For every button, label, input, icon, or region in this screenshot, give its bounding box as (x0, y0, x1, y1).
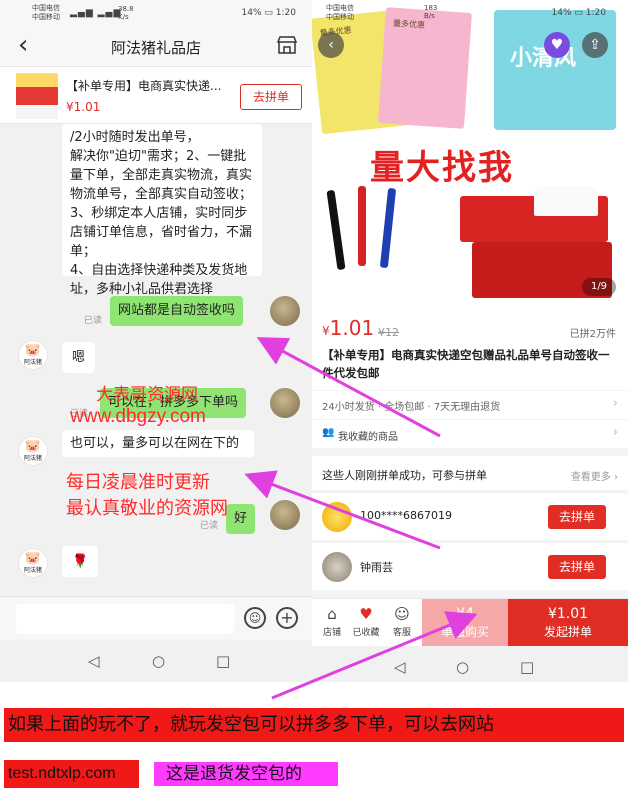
favorite-tab[interactable]: ♥ 已收藏 (348, 605, 384, 638)
rose-emoji-message: 🌹 (62, 546, 99, 577)
nav-home-icon[interactable]: ○ (152, 652, 165, 670)
signal-icon: ▂▄▆ ▂▄▆ (70, 8, 122, 18)
system-nav-bar: ◁ ○ □ (312, 646, 628, 682)
product-title: 【补单专用】电商真实快递空包赠品礼品单号自动签收一件代发包邮 (322, 348, 610, 380)
status-bar: 中国电信 中国移动 183 B/s 14% ▭ 1:20 (312, 0, 628, 26)
battery-time: 14% ▭ 1:20 (241, 8, 296, 18)
user-avatar[interactable] (270, 388, 300, 418)
price-section: ¥1.01 ¥12 已拼2万件 【补单专用】电商真实快递空包赠品礼品单号自动签收… (312, 306, 628, 390)
carrier-label: 中国电信 中国移动 (32, 4, 60, 21)
sold-count: 已拼2万件 (569, 329, 616, 340)
chevron-right-icon: › (612, 425, 618, 440)
watermark-line: 最认真敬业的资源网 (66, 498, 228, 519)
hero-slogan: 量大找我 (370, 148, 514, 188)
chat-screen: 中国电信 中国移动 ▂▄▆ ▂▄▆ 38.8 K/s 14% ▭ 1:20 ‹ 阿法… (0, 0, 312, 682)
emoji-icon[interactable]: ☺ (244, 607, 266, 629)
join-group-button[interactable]: 去拼单 (548, 555, 606, 579)
store-icon[interactable] (276, 35, 298, 55)
buy-alone-button[interactable]: ¥4 单独购买 (422, 599, 508, 647)
chat-input-bar: ☺ + (0, 596, 312, 640)
purchase-bar: ⌂ 店铺 ♥ 已收藏 ☺ 客服 ¥4 单独购买 ¥1.01 发起拼单 (312, 598, 628, 647)
group-header: 这些人刚刚拼单成功，可参与拼单 查看更多 › (312, 456, 628, 490)
battery-time: 14% ▭ 1:20 (551, 8, 606, 18)
image-counter: 1/9 (582, 278, 616, 296)
favorites-label: 我收藏的商品 (338, 432, 398, 443)
product-thumbnail (16, 73, 58, 119)
people-icon: 👥 (322, 427, 335, 438)
heart-icon: ♥ (359, 605, 373, 623)
favorite-icon[interactable]: ♥ (544, 32, 570, 58)
nav-home-icon[interactable]: ○ (456, 658, 469, 676)
service-tab[interactable]: ☺ 客服 (384, 605, 420, 638)
chevron-right-icon: › (612, 396, 618, 411)
product-price: ¥1.01 (66, 100, 101, 114)
shop-title: 阿法猪礼品店 (110, 39, 201, 57)
join-group-button[interactable]: 去拼单 (548, 505, 606, 529)
user-message-bubble: 好 (226, 504, 256, 534)
status-bar: 中国电信 中国移动 ▂▄▆ ▂▄▆ 38.8 K/s 14% ▭ 1:20 (0, 0, 312, 26)
product-card[interactable]: 【补单专用】电商真实快递... ¥1.01 去拼单 (0, 66, 312, 124)
shop-avatar[interactable]: 🐷 阿法猪 (18, 340, 48, 370)
network-speed: 183 B/s (424, 4, 438, 20)
group-avatar (322, 502, 352, 532)
product-screen: 量多优惠 量多优惠 小清风 量大找我 中国电信 中国移动 183 B/s 14% ▭… (312, 0, 628, 682)
join-group-button[interactable]: 去拼单 (240, 84, 302, 110)
watermark-line: 大表哥资源网 (96, 385, 198, 405)
shop-message-bubble: 嗯 (62, 342, 96, 373)
shop-message-bubble: /2小时随时发出单号， 解决你"迫切"需求；2、一键批量下单，全部走真实物流，真… (62, 124, 262, 297)
system-nav-bar: ◁ ○ □ (0, 640, 312, 682)
nav-recent-icon[interactable]: □ (216, 652, 230, 670)
read-receipt: 已读 (84, 316, 103, 326)
store-icon: ⌂ (327, 605, 337, 623)
favorites-row[interactable]: 👥 我收藏的商品 › (312, 420, 628, 448)
instruction-banner: 如果上面的玩不了，就玩发空包可以拼多多下单，可以去网站 (4, 708, 624, 742)
user-message-bubble: 网站都是自动签收吗 (110, 296, 244, 326)
group-user-name: 100****6867019 (360, 509, 452, 522)
tissue-sheet-image (534, 186, 598, 216)
user-avatar[interactable] (270, 296, 300, 326)
chat-navbar: ‹ 阿法猪礼品店 (0, 26, 312, 66)
nav-back-icon[interactable]: ◁ (88, 652, 100, 670)
share-icon[interactable]: ⇪ (582, 32, 608, 58)
service-text: 24小时发货 · 全场包邮 · 7天无理由退货 (322, 402, 501, 413)
carrier-label: 中国电信 中国移动 (326, 4, 354, 21)
product-image-carousel[interactable]: 量多优惠 量多优惠 小清风 量大找我 中国电信 中国移动 183 B/s 14% ▭… (312, 0, 628, 306)
blue-pen-image (379, 187, 397, 269)
service-row[interactable]: 24小时发货 · 全场包邮 · 7天无理由退货 › (312, 391, 628, 419)
start-group-button[interactable]: ¥1.01 发起拼单 (508, 599, 628, 647)
group-row: 钟雨芸 去拼单 (312, 542, 628, 590)
group-header-text: 这些人刚刚拼单成功，可参与拼单 (322, 469, 487, 482)
group-user-name: 钟雨芸 (360, 561, 393, 574)
back-button[interactable]: ‹ (318, 32, 344, 58)
plus-icon[interactable]: + (276, 607, 298, 629)
shop-avatar[interactable]: 🐷 阿法猪 (18, 548, 48, 578)
user-avatar[interactable] (270, 500, 300, 530)
nav-back-icon[interactable]: ◁ (394, 658, 406, 676)
watermark-line: 每日凌晨准时更新 (66, 472, 210, 493)
red-pen-image (358, 186, 366, 266)
tissue-pack-image: 小清风 (494, 10, 616, 130)
nav-recent-icon[interactable]: □ (520, 658, 534, 676)
current-price: ¥1.01 (322, 316, 375, 340)
product-name: 【补单专用】电商真实快递... (66, 79, 222, 93)
group-row: 100****6867019 去拼单 (312, 492, 628, 540)
network-speed: 38.8 K/s (118, 5, 134, 21)
group-avatar (322, 552, 352, 582)
note-banner: 这是退货发空包的 (152, 760, 340, 788)
watermark-url: www.dbgzy.com (70, 406, 206, 427)
chat-bubble-icon: ☺ (394, 605, 410, 623)
original-price: ¥12 (378, 326, 399, 339)
see-more-link[interactable]: 查看更多 › (571, 468, 618, 483)
message-input[interactable] (16, 604, 234, 634)
site-url-banner: test.ndtxlp.com (4, 760, 139, 788)
black-pen-image (326, 189, 346, 271)
message-text: /2小时随时发出单号， 解决你"迫切"需求；2、一键批量下单，全部走真实物流，真… (70, 130, 253, 297)
shop-avatar[interactable]: 🐷 阿法猪 (18, 436, 48, 466)
store-tab[interactable]: ⌂ 店铺 (314, 605, 350, 638)
shop-message-bubble: 也可以，量多可以在网在下的 (62, 430, 254, 457)
